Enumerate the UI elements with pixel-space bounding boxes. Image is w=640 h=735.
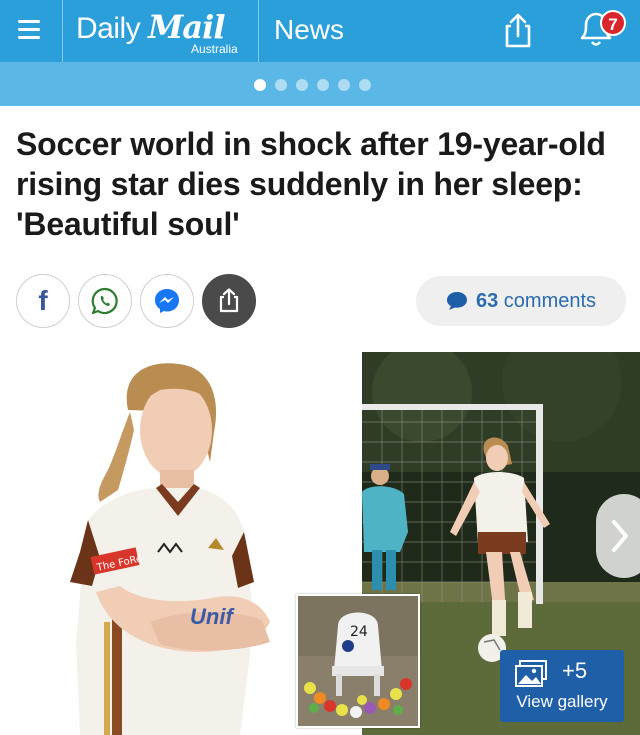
- facebook-icon: f: [38, 285, 48, 316]
- more-share-button[interactable]: [202, 274, 256, 328]
- view-gallery-button[interactable]: +5 View gallery: [500, 650, 624, 722]
- messenger-share-button[interactable]: [140, 274, 194, 328]
- comments-button[interactable]: 63 comments: [416, 276, 626, 326]
- carousel-dot[interactable]: [317, 79, 329, 91]
- header-divider: [258, 0, 259, 62]
- carousel-dot[interactable]: [275, 79, 287, 91]
- comments-count: 63: [475, 289, 499, 312]
- logo-region: Australia: [191, 42, 238, 56]
- gallery-count: +5: [562, 658, 588, 683]
- section-title[interactable]: News: [274, 14, 344, 46]
- carousel-dot[interactable]: [359, 79, 371, 91]
- logo-daily-text: Daily: [76, 12, 141, 45]
- facebook-share-button[interactable]: f: [16, 274, 70, 328]
- carousel-dot[interactable]: [338, 79, 350, 91]
- inset-number: 24: [350, 624, 368, 640]
- carousel-dot[interactable]: [296, 79, 308, 91]
- daily-mail-logo[interactable]: Daily Mail Australia: [76, 6, 248, 56]
- notifications-button[interactable]: 7: [576, 8, 628, 54]
- menu-icon[interactable]: [16, 14, 44, 46]
- whatsapp-share-button[interactable]: [78, 274, 132, 328]
- jersey-text: Unif: [190, 604, 235, 629]
- carousel-dot[interactable]: [254, 79, 266, 91]
- article-headline: Soccer world in shock after 19-year-old …: [16, 126, 606, 242]
- share-icon[interactable]: [498, 12, 538, 50]
- notification-badge: 7: [600, 10, 626, 36]
- comment-bubble-icon: [446, 292, 467, 310]
- gallery-icon: [515, 660, 547, 687]
- chevron-right-icon: [612, 520, 628, 552]
- carousel-indicator-bar: [0, 62, 640, 106]
- logo-mail-text: Mail: [148, 8, 225, 46]
- whatsapp-icon: [91, 287, 118, 315]
- header-divider: [62, 0, 63, 62]
- messenger-icon: [155, 289, 179, 313]
- share-icon: [219, 288, 239, 313]
- carousel-dots: [254, 79, 371, 91]
- comments-label: comments: [503, 289, 597, 312]
- app-header: Daily Mail Australia News 7: [0, 0, 640, 62]
- gallery-next-button[interactable]: [596, 494, 640, 578]
- view-gallery-label: View gallery: [516, 692, 608, 711]
- memorial-inset-image[interactable]: 24: [296, 594, 420, 728]
